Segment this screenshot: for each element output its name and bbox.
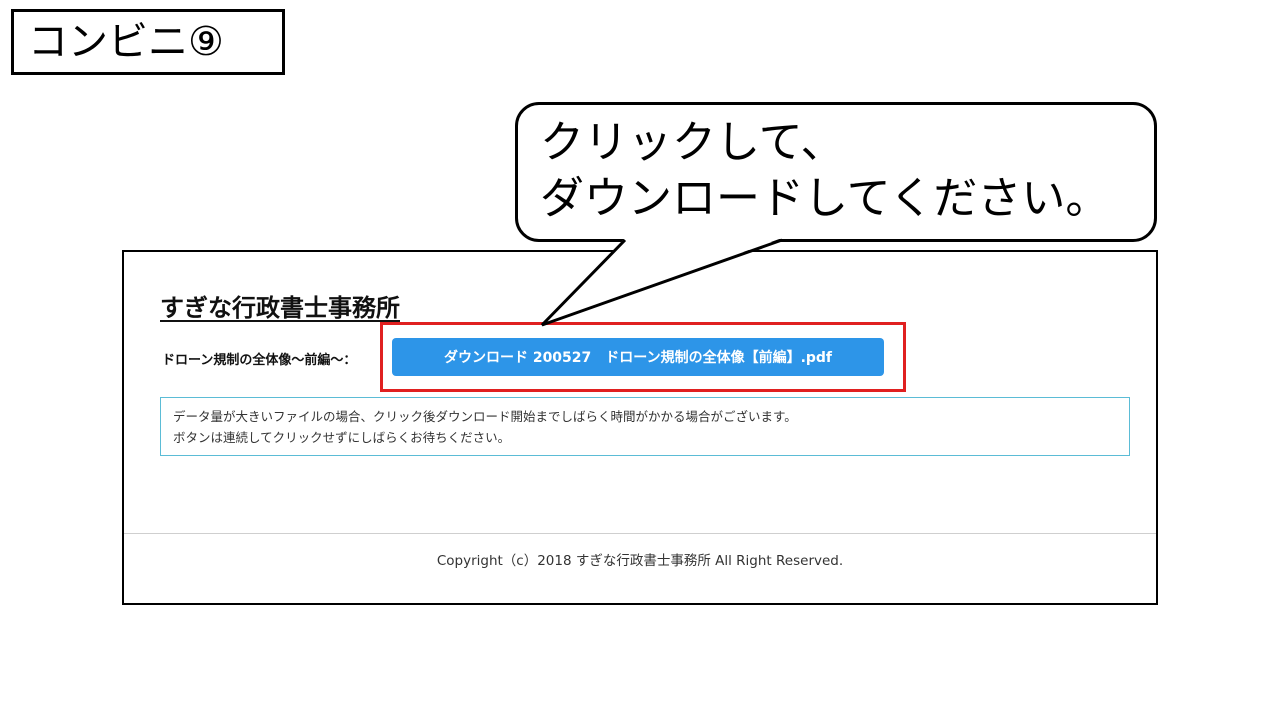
notice-line-1: データ量が大きいファイルの場合、クリック後ダウンロード開始までしばらく時間がかか…: [173, 409, 797, 424]
callout-line-2: ダウンロードしてください。: [540, 173, 1110, 224]
notice-line-2: ボタンは連続してクリックせずにしばらくお待ちください。: [173, 430, 511, 445]
callout-line-1: クリックして、: [540, 117, 845, 168]
website-screenshot: すぎな行政書士事務所 ドローン規制の全体像〜前編〜： ダウンロード 200527…: [122, 250, 1158, 605]
site-title[interactable]: すぎな行政書士事務所: [160, 288, 400, 323]
download-label: ドローン規制の全体像〜前編〜：: [162, 353, 357, 368]
footer: Copyright（c）2018 すぎな行政書士事務所 All Right Re…: [124, 533, 1156, 569]
download-notice: データ量が大きいファイルの場合、クリック後ダウンロード開始までしばらく時間がかか…: [160, 397, 1130, 456]
step-label: コンビニ⑨: [11, 9, 285, 75]
copyright-text: Copyright（c）2018 すぎな行政書士事務所 All Right Re…: [436, 553, 844, 569]
download-button[interactable]: ダウンロード 200527 ドローン規制の全体像【前編】.pdf: [392, 338, 884, 376]
instruction-callout: クリックして、 ダウンロードしてください。: [515, 102, 1157, 242]
